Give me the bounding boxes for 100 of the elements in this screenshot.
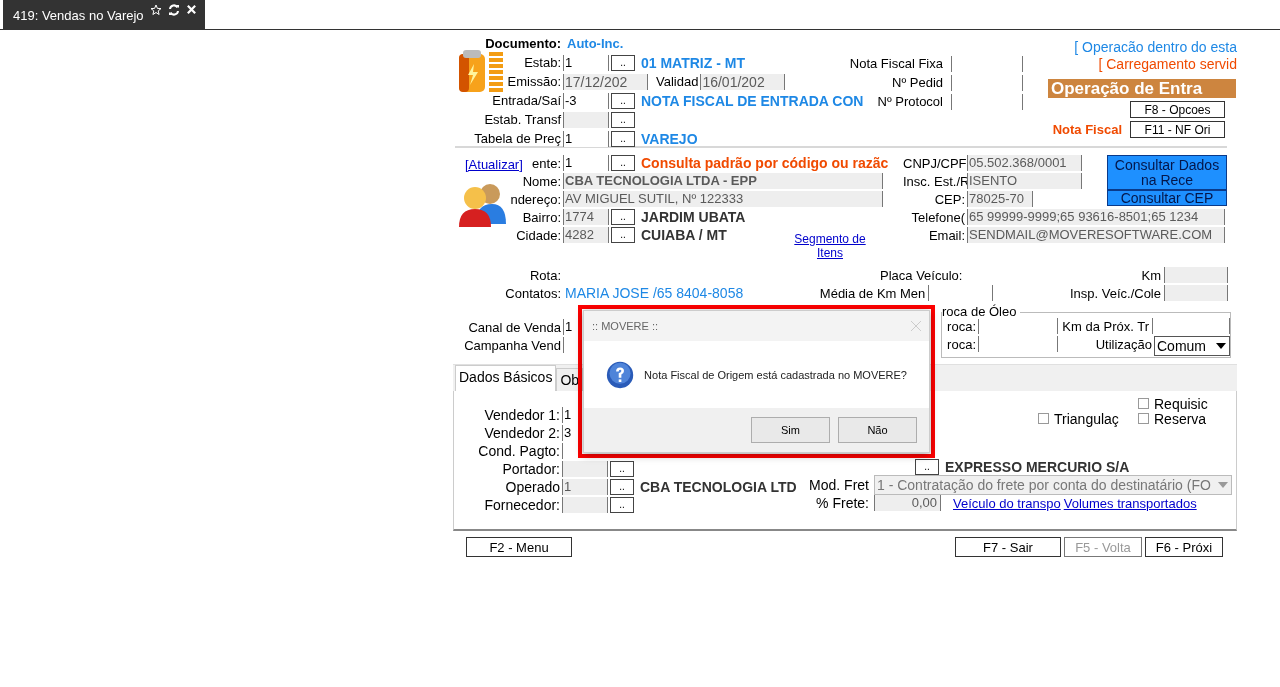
field-description: NOTA FISCAL DE ENTRADA CON: [641, 92, 864, 109]
input-field[interactable]: [1164, 285, 1228, 301]
checkbox-square[interactable]: [1138, 398, 1149, 409]
lookup-button[interactable]: ..: [611, 130, 635, 147]
checkbox-square[interactable]: [1038, 413, 1049, 424]
refresh-link[interactable]: [Atualizar]: [465, 157, 523, 172]
field-label: Vendedor 2:: [484, 425, 560, 441]
window-tab[interactable]: 419: Vendas no Varejo: [3, 0, 205, 29]
field-label: Nota Fiscal Fixa: [849, 56, 943, 71]
field-label: Campanha Vend: [464, 337, 561, 353]
input-field[interactable]: 78025-70: [967, 191, 1033, 207]
nota-fiscal-label: Nota Fiscal: [1052, 122, 1122, 137]
field-label: Nome:: [522, 173, 561, 189]
field-label: ndereço:: [510, 191, 561, 207]
field-label: Fornecedor:: [484, 497, 560, 513]
contact-text: MARIA JOSE /65 8404-8058: [565, 285, 744, 301]
original-invoice-button[interactable]: F11 - NF Ori: [1130, 121, 1225, 138]
link[interactable]: Volumes transportados: [1063, 495, 1197, 511]
input-field[interactable]: ISENTO: [967, 173, 1082, 189]
field-description: Consulta padrão por código ou razãc: [641, 155, 889, 171]
function-key-button[interactable]: F7 - Sair: [955, 537, 1061, 557]
field-label: Bairro:: [522, 209, 561, 225]
field-description: 01 MATRIZ - MT: [641, 54, 745, 71]
input-field[interactable]: 1: [563, 130, 609, 147]
lookup-button[interactable]: ..: [915, 459, 939, 475]
usage-dropdown[interactable]: Comum: [1154, 336, 1230, 356]
lookup-button[interactable]: ..: [611, 155, 635, 171]
input-field[interactable]: [562, 497, 608, 513]
options-button[interactable]: F8 - Opcoes: [1130, 101, 1225, 118]
field-description: VAREJO: [641, 130, 698, 147]
field-label: Cidade:: [516, 227, 561, 243]
input-field[interactable]: -3: [563, 92, 609, 109]
field-label: Utilização: [1095, 336, 1152, 352]
input-field[interactable]: 1: [563, 155, 609, 171]
segment-link[interactable]: Segmento de Itens: [788, 232, 872, 260]
carrier-name: EXPRESSO MERCURIO S/A: [945, 459, 1130, 475]
lookup-button[interactable]: ..: [610, 461, 634, 477]
dialog-title: :: MOVERE ::: [592, 320, 658, 332]
field-label: roca:: [946, 318, 977, 334]
checkbox[interactable]: Requisic: [1138, 396, 1226, 411]
query-cep-button[interactable]: Consultar CEP: [1107, 190, 1227, 206]
field-label: Km: [1141, 267, 1161, 283]
checkbox-label: Requisic: [1154, 395, 1208, 412]
notice-text: [ Operacão dentro do esta: [1073, 39, 1237, 56]
input-field[interactable]: [1164, 267, 1228, 283]
lookup-button[interactable]: ..: [611, 92, 635, 109]
input-field[interactable]: 65 99999-9999;65 93616-8501;65 1234: [967, 209, 1225, 225]
input-field[interactable]: 05.502.368/0001: [967, 155, 1082, 171]
dialog-button[interactable]: Sim: [751, 417, 830, 443]
refresh-icon[interactable]: [167, 3, 180, 16]
input-field[interactable]: 0,00: [874, 495, 941, 511]
lookup-button[interactable]: ..: [610, 497, 634, 513]
star-icon[interactable]: [149, 3, 162, 16]
input-field[interactable]: 1: [562, 479, 608, 495]
dialog-message: Nota Fiscal de Origem está cadastrada no MOVERE?: [644, 368, 907, 381]
field-label: Placa Veículo:: [880, 267, 963, 283]
input-field[interactable]: [1152, 318, 1230, 334]
field-label: % Frete:: [815, 495, 869, 511]
checkbox[interactable]: Triangulaç: [1038, 411, 1126, 426]
field-label: CEP:: [934, 191, 965, 207]
field-label: Insp. Veíc./Cole: [1069, 285, 1161, 301]
checkbox-label: Triangulaç: [1054, 410, 1119, 427]
field-label: Mod. Fret: [808, 477, 869, 493]
field-label: CNPJ/CPF: [903, 155, 967, 171]
field-label: ente:: [532, 155, 561, 171]
field-label: Nº Pedid: [892, 75, 943, 90]
checkbox[interactable]: Reserva: [1138, 411, 1226, 426]
field-label: Portador:: [502, 461, 560, 477]
field-label: Email:: [928, 227, 965, 243]
freight-dropdown[interactable]: 1 - Contratação do frete por conta do destinatário (FO: [874, 475, 1232, 495]
field-label: Validad: [656, 74, 699, 89]
input-field[interactable]: [562, 461, 608, 477]
function-key-button[interactable]: F2 - Menu: [466, 537, 572, 557]
field-label: Tabela de Preç: [474, 131, 561, 146]
document-label: Documento:: [485, 36, 561, 51]
dialog-button[interactable]: Não: [838, 417, 917, 443]
group-title: roca de Óleo: [942, 304, 1021, 319]
link[interactable]: Veículo do transpo: [953, 495, 1061, 511]
field-label: Km da Próx. Tr: [1062, 318, 1149, 334]
field-label: Estab:: [524, 55, 561, 70]
lookup-button[interactable]: ..: [610, 479, 634, 495]
input-field[interactable]: 1: [563, 54, 609, 71]
field-label: roca:: [946, 336, 977, 352]
checkbox-square[interactable]: [1138, 413, 1149, 424]
field-label: Contatos:: [505, 285, 561, 301]
field-description: JARDIM UBATA: [641, 209, 746, 225]
field-label: Nº Protocol: [877, 94, 943, 109]
field-label: Entrada/Saí: [492, 93, 561, 108]
field-label: Rota:: [529, 267, 561, 283]
field-label: Média de Km Men: [819, 285, 926, 301]
field-label: Cond. Pagto:: [478, 443, 560, 459]
lookup-button[interactable]: ..: [611, 54, 635, 71]
field-label: Vendedor 1:: [484, 407, 560, 423]
function-key-button[interactable]: F6 - Próxi: [1145, 537, 1223, 557]
input-field[interactable]: SENDMAIL@MOVERESOFTWARE.COM: [967, 227, 1225, 243]
query-registry-button[interactable]: Consultar Dados na Rece: [1107, 155, 1227, 190]
document-value: Auto-Inc.: [567, 36, 624, 51]
field-description: CUIABA / MT: [641, 227, 727, 243]
field-label: Emissão:: [507, 74, 561, 89]
tab[interactable]: Dados Básicos: [455, 365, 557, 391]
